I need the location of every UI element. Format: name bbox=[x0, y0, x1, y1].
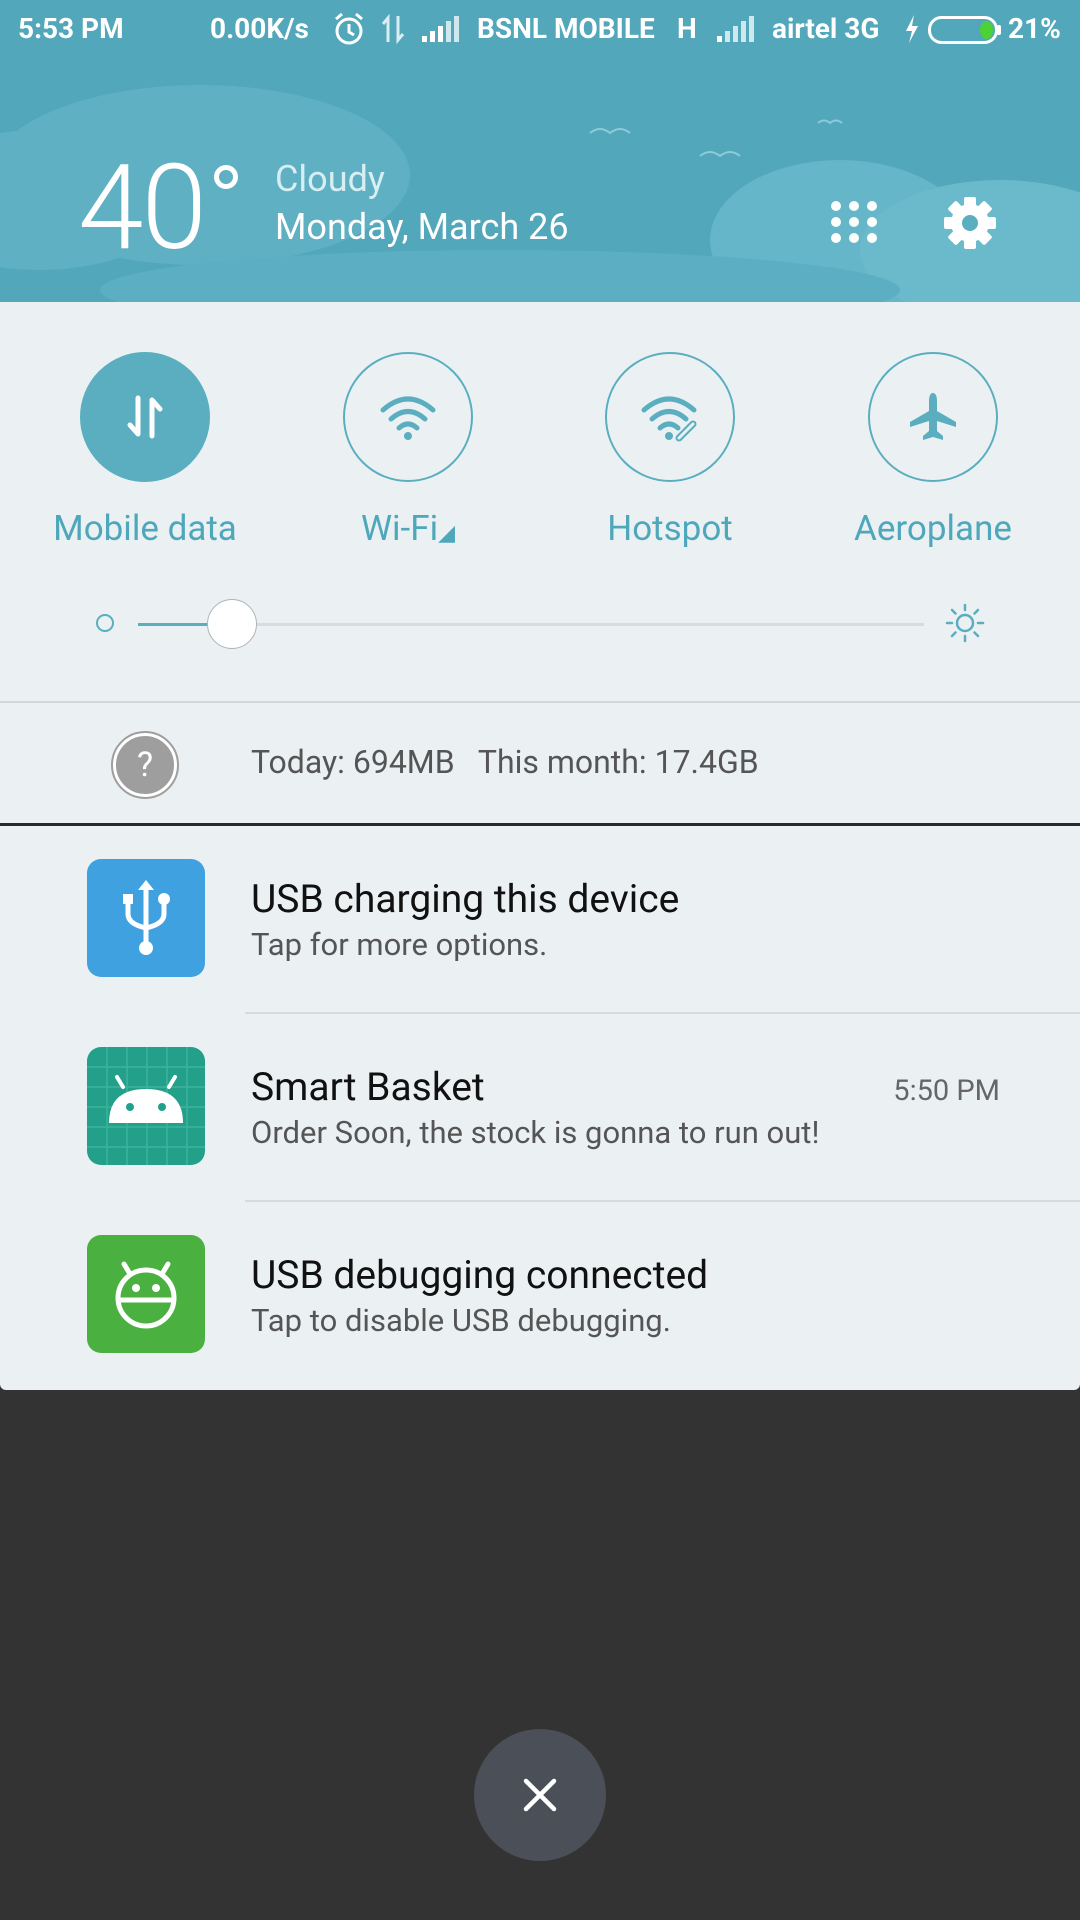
carrier1-network-type: H bbox=[677, 12, 697, 45]
signal-icon bbox=[420, 16, 460, 53]
close-button[interactable] bbox=[474, 1729, 606, 1861]
notification-usb-charging[interactable]: USB charging this device Tap for more op… bbox=[0, 826, 1080, 1014]
notification-time: 5:50 PM bbox=[893, 1074, 1000, 1108]
toggle-hotspot[interactable]: Hotspot bbox=[540, 352, 800, 549]
usb-icon bbox=[87, 859, 205, 977]
temperature: 40 bbox=[78, 139, 207, 277]
toggle-label: Aeroplane bbox=[854, 508, 1012, 549]
carrier1-name: BSNL MOBILE bbox=[477, 12, 655, 45]
data-usage-row[interactable]: ? Today: 694MB This month: 17.4GB bbox=[0, 703, 1080, 823]
notification-text: Tap for more options. bbox=[251, 926, 548, 963]
brightness-low-icon bbox=[96, 614, 114, 632]
toggle-wifi[interactable]: Wi-Fi◢ bbox=[278, 352, 538, 549]
degree-symbol bbox=[214, 165, 238, 189]
brightness-slider[interactable] bbox=[138, 599, 924, 649]
quick-settings-panel: Mobile data Wi-Fi◢ Hotspot Aeroplane bbox=[0, 302, 1080, 702]
notification-list: USB charging this device Tap for more op… bbox=[0, 826, 1080, 1390]
notification-usb-debugging[interactable]: USB debugging connected Tap to disable U… bbox=[0, 1202, 1080, 1390]
toggle-label: Mobile data bbox=[53, 508, 237, 549]
android-icon bbox=[87, 1047, 205, 1165]
charging-icon bbox=[902, 13, 922, 54]
status-time: 5:53 PM bbox=[18, 12, 124, 45]
airplane-icon[interactable] bbox=[868, 352, 998, 482]
toggle-mobile-data[interactable]: Mobile data bbox=[15, 352, 275, 549]
notification-title: Smart Basket bbox=[251, 1064, 485, 1110]
toggle-label: Wi-Fi◢ bbox=[278, 508, 538, 549]
wifi-icon[interactable] bbox=[343, 352, 473, 482]
battery-icon bbox=[928, 16, 1002, 53]
carrier2-name: airtel 3G bbox=[772, 12, 880, 45]
brightness-high-icon bbox=[945, 603, 985, 647]
notification-smart-basket[interactable]: Smart Basket Order Soon, the stock is go… bbox=[0, 1014, 1080, 1202]
weather-condition: Cloudy bbox=[275, 158, 385, 200]
close-icon bbox=[523, 1778, 557, 1812]
mobile-data-icon[interactable] bbox=[80, 352, 210, 482]
data-usage-text: Today: 694MB This month: 17.4GB bbox=[251, 743, 759, 781]
weather-date: Monday, March 26 bbox=[275, 206, 569, 248]
notification-title: USB charging this device bbox=[251, 876, 680, 922]
weather-header: 5:53 PM 0.00K/s BSNL MOBILE H airtel 3G … bbox=[0, 0, 1080, 302]
battery-percent: 21% bbox=[1008, 12, 1061, 45]
signal-icon bbox=[715, 16, 755, 53]
expand-triangle-icon[interactable]: ◢ bbox=[438, 521, 455, 546]
hotspot-icon[interactable] bbox=[605, 352, 735, 482]
toggle-aeroplane[interactable]: Aeroplane bbox=[803, 352, 1063, 549]
notification-text: Order Soon, the stock is gonna to run ou… bbox=[251, 1114, 820, 1151]
toggle-label: Hotspot bbox=[607, 508, 733, 549]
alarm-icon bbox=[333, 12, 365, 55]
wifi-label-text: Wi-Fi bbox=[360, 508, 439, 549]
android-debug-icon bbox=[87, 1235, 205, 1353]
apps-grid-icon[interactable] bbox=[828, 198, 880, 250]
help-icon: ? bbox=[111, 731, 179, 799]
notification-title: USB debugging connected bbox=[251, 1252, 709, 1298]
notification-text: Tap to disable USB debugging. bbox=[251, 1302, 671, 1339]
settings-gear-icon[interactable] bbox=[942, 195, 998, 255]
data-arrows-icon bbox=[380, 13, 406, 53]
status-bar: 5:53 PM 0.00K/s BSNL MOBILE H airtel 3G … bbox=[0, 0, 1080, 60]
network-speed: 0.00K/s bbox=[210, 12, 309, 45]
brightness-slider-thumb[interactable] bbox=[207, 599, 257, 649]
